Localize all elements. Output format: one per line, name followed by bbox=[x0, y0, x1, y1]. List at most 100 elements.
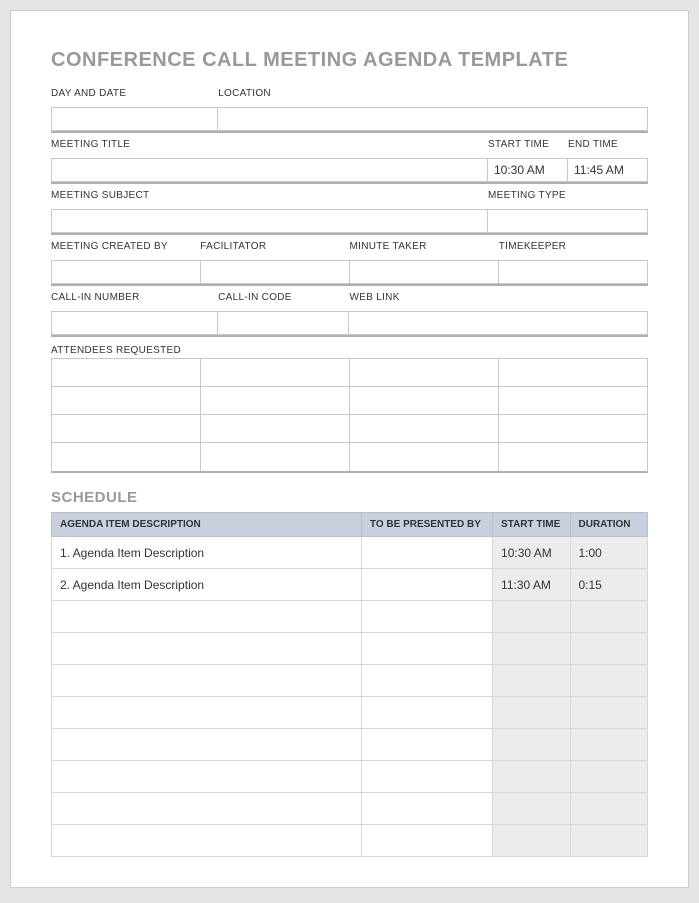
cell-desc[interactable] bbox=[52, 825, 362, 857]
boxrow-roles bbox=[51, 260, 648, 286]
cell-presenter[interactable] bbox=[361, 569, 492, 601]
cell-start[interactable] bbox=[493, 697, 570, 729]
cell-start[interactable] bbox=[493, 825, 570, 857]
cell-presenter[interactable] bbox=[361, 601, 492, 633]
boxrow-title-times: 10:30 AM 11:45 AM bbox=[51, 158, 648, 184]
attendee-cell[interactable] bbox=[201, 359, 350, 387]
cell-presenter[interactable] bbox=[361, 729, 492, 761]
attendee-cell[interactable] bbox=[52, 387, 201, 415]
cell-desc[interactable]: 1. Agenda Item Description bbox=[52, 537, 362, 569]
cell-presenter[interactable] bbox=[361, 825, 492, 857]
cell-duration[interactable] bbox=[570, 697, 648, 729]
cell-duration[interactable] bbox=[570, 729, 648, 761]
boxrow-date-location bbox=[51, 107, 648, 133]
col-presenter: TO BE PRESENTED BY bbox=[361, 513, 492, 537]
label-callin-number: CALL-IN NUMBER bbox=[51, 290, 218, 305]
field-location[interactable] bbox=[218, 107, 648, 131]
cell-duration[interactable] bbox=[570, 761, 648, 793]
attendee-cell[interactable] bbox=[499, 415, 647, 443]
attendee-cell[interactable] bbox=[350, 387, 499, 415]
cell-start[interactable]: 10:30 AM bbox=[493, 537, 570, 569]
cell-desc[interactable] bbox=[52, 761, 362, 793]
col-duration: DURATION bbox=[570, 513, 648, 537]
field-day-date[interactable] bbox=[51, 107, 218, 131]
cell-duration[interactable]: 0:15 bbox=[570, 569, 648, 601]
table-row bbox=[52, 387, 647, 415]
cell-duration[interactable] bbox=[570, 665, 648, 697]
table-header-row: AGENDA ITEM DESCRIPTION TO BE PRESENTED … bbox=[52, 513, 648, 537]
cell-duration[interactable] bbox=[570, 825, 648, 857]
field-facilitator[interactable] bbox=[201, 260, 350, 284]
cell-desc[interactable] bbox=[52, 729, 362, 761]
cell-desc[interactable] bbox=[52, 601, 362, 633]
cell-duration[interactable] bbox=[570, 793, 648, 825]
cell-presenter[interactable] bbox=[361, 793, 492, 825]
cell-presenter[interactable] bbox=[361, 633, 492, 665]
field-web-link[interactable] bbox=[349, 311, 648, 335]
table-row bbox=[52, 761, 648, 793]
label-meeting-type: MEETING TYPE bbox=[488, 188, 648, 203]
attendee-cell[interactable] bbox=[350, 359, 499, 387]
schedule-title: SCHEDULE bbox=[51, 489, 648, 506]
cell-start[interactable] bbox=[493, 665, 570, 697]
cell-duration[interactable] bbox=[570, 633, 648, 665]
table-row bbox=[52, 665, 648, 697]
row-roles: MEETING CREATED BY FACILITATOR MINUTE TA… bbox=[51, 239, 648, 254]
attendee-cell[interactable] bbox=[201, 387, 350, 415]
cell-desc[interactable] bbox=[52, 633, 362, 665]
cell-duration[interactable] bbox=[570, 601, 648, 633]
attendee-cell[interactable] bbox=[52, 443, 201, 471]
table-row: 2. Agenda Item Description 11:30 AM0:15 bbox=[52, 569, 648, 601]
cell-desc[interactable] bbox=[52, 665, 362, 697]
attendee-cell[interactable] bbox=[499, 387, 647, 415]
field-created-by[interactable] bbox=[51, 260, 201, 284]
cell-duration[interactable]: 1:00 bbox=[570, 537, 648, 569]
cell-desc[interactable]: 2. Agenda Item Description bbox=[52, 569, 362, 601]
schedule-table: AGENDA ITEM DESCRIPTION TO BE PRESENTED … bbox=[51, 512, 648, 857]
cell-start[interactable] bbox=[493, 793, 570, 825]
label-end-time: END TIME bbox=[568, 137, 648, 152]
field-callin-code[interactable] bbox=[218, 311, 349, 335]
boxrow-subject-type bbox=[51, 209, 648, 235]
label-start-time: START TIME bbox=[488, 137, 568, 152]
field-meeting-subject[interactable] bbox=[51, 209, 488, 233]
cell-presenter[interactable] bbox=[361, 665, 492, 697]
cell-start[interactable]: 11:30 AM bbox=[493, 569, 570, 601]
field-start-time[interactable]: 10:30 AM bbox=[488, 158, 568, 182]
attendee-cell[interactable] bbox=[350, 443, 499, 471]
cell-start[interactable] bbox=[493, 761, 570, 793]
attendee-cell[interactable] bbox=[499, 443, 647, 471]
row-callin: CALL-IN NUMBER CALL-IN CODE WEB LINK bbox=[51, 290, 648, 305]
label-meeting-subject: MEETING SUBJECT bbox=[51, 188, 488, 203]
attendee-cell[interactable] bbox=[350, 415, 499, 443]
label-meeting-title: MEETING TITLE bbox=[51, 137, 488, 152]
cell-desc[interactable] bbox=[52, 793, 362, 825]
cell-start[interactable] bbox=[493, 601, 570, 633]
cell-presenter[interactable] bbox=[361, 761, 492, 793]
attendee-cell[interactable] bbox=[201, 415, 350, 443]
table-row bbox=[52, 443, 647, 471]
field-minute-taker[interactable] bbox=[350, 260, 499, 284]
field-end-time[interactable]: 11:45 AM bbox=[568, 158, 648, 182]
table-row: 1. Agenda Item Description 10:30 AM1:00 bbox=[52, 537, 648, 569]
table-row bbox=[52, 415, 647, 443]
col-desc: AGENDA ITEM DESCRIPTION bbox=[52, 513, 362, 537]
cell-presenter[interactable] bbox=[361, 537, 492, 569]
cell-desc[interactable] bbox=[52, 697, 362, 729]
attendee-cell[interactable] bbox=[499, 359, 647, 387]
field-meeting-title[interactable] bbox=[51, 158, 488, 182]
attendee-cell[interactable] bbox=[201, 443, 350, 471]
table-row bbox=[52, 825, 648, 857]
field-timekeeper[interactable] bbox=[499, 260, 648, 284]
row-title-times: MEETING TITLE START TIME END TIME bbox=[51, 137, 648, 152]
field-callin-number[interactable] bbox=[51, 311, 218, 335]
attendee-cell[interactable] bbox=[52, 359, 201, 387]
label-location: LOCATION bbox=[218, 86, 648, 101]
cell-start[interactable] bbox=[493, 729, 570, 761]
label-web-link: WEB LINK bbox=[349, 290, 648, 305]
field-meeting-type[interactable] bbox=[488, 209, 648, 233]
cell-start[interactable] bbox=[493, 633, 570, 665]
cell-presenter[interactable] bbox=[361, 697, 492, 729]
table-row bbox=[52, 633, 648, 665]
attendee-cell[interactable] bbox=[52, 415, 201, 443]
